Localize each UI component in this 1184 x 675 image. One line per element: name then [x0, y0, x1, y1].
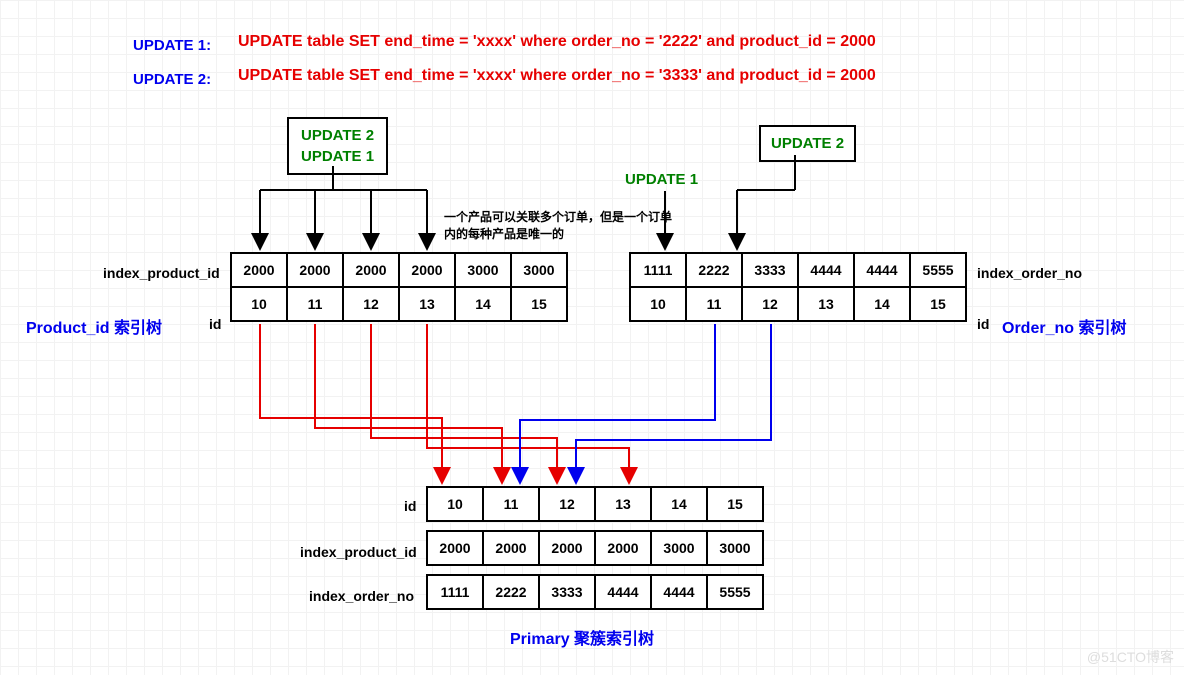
cell: 2000 [287, 253, 343, 287]
primary-row2-label: index_product_id [300, 544, 417, 560]
cell: 2000 [595, 531, 651, 565]
cell: 2000 [539, 531, 595, 565]
left-tree-title: Product_id 索引树 [26, 314, 162, 338]
primary-row1-label: id [404, 498, 416, 514]
cell: 4444 [651, 575, 707, 609]
mid-update1-label: UPDATE 1 [625, 171, 698, 188]
cell: 2222 [686, 253, 742, 287]
right-update-box: UPDATE 2 [759, 125, 856, 162]
cell: 12 [343, 287, 399, 321]
update2-sql: UPDATE table SET end_time = 'xxxx' where… [238, 67, 876, 85]
right-row1-label: index_order_no [977, 265, 1082, 281]
cell: 15 [707, 487, 763, 521]
cell: 11 [483, 487, 539, 521]
cell: 12 [539, 487, 595, 521]
cell: 3333 [539, 575, 595, 609]
cell: 2222 [483, 575, 539, 609]
cell: 13 [798, 287, 854, 321]
right-tree-title: Order_no 索引树 [1002, 314, 1126, 338]
cell: 1111 [427, 575, 483, 609]
cell: 10 [231, 287, 287, 321]
right-row2-label: id [977, 316, 989, 332]
cell: 2000 [483, 531, 539, 565]
right-index-grid: 1111 2222 3333 4444 4444 5555 10 11 12 1… [629, 252, 967, 322]
cell: 14 [455, 287, 511, 321]
watermark: @51CTO博客 [1087, 647, 1174, 667]
cell: 2000 [399, 253, 455, 287]
cell: 3000 [455, 253, 511, 287]
note-text: 一个产品可以关联多个订单，但是一个订单内的每种产品是唯一的 [444, 209, 674, 243]
primary-title: Primary 聚簇索引树 [510, 625, 654, 649]
update1-sql: UPDATE table SET end_time = 'xxxx' where… [238, 33, 876, 51]
cell: 5555 [707, 575, 763, 609]
cell: 3000 [511, 253, 567, 287]
left-index-grid: 2000 2000 2000 2000 3000 3000 10 11 12 1… [230, 252, 568, 322]
cell: 2000 [427, 531, 483, 565]
cell: 10 [427, 487, 483, 521]
cell: 2000 [343, 253, 399, 287]
primary-row3-label: index_order_no [309, 588, 414, 604]
cell: 11 [686, 287, 742, 321]
cell: 4444 [595, 575, 651, 609]
cell: 11 [287, 287, 343, 321]
left-update-box: UPDATE 2 UPDATE 1 [287, 117, 388, 175]
cell: 15 [511, 287, 567, 321]
left-row1-label: index_product_id [103, 265, 220, 281]
cell: 15 [910, 287, 966, 321]
cell: 12 [742, 287, 798, 321]
cell: 4444 [798, 253, 854, 287]
left-box-line2: UPDATE 1 [301, 146, 374, 167]
primary-grid-row3: 1111 2222 3333 4444 4444 5555 [426, 574, 764, 610]
cell: 1111 [630, 253, 686, 287]
left-row2-label: id [209, 316, 221, 332]
cell: 13 [595, 487, 651, 521]
cell: 10 [630, 287, 686, 321]
cell: 13 [399, 287, 455, 321]
update2-label: UPDATE 2: [133, 71, 211, 88]
cell: 3000 [651, 531, 707, 565]
cell: 4444 [854, 253, 910, 287]
cell: 14 [854, 287, 910, 321]
left-box-line1: UPDATE 2 [301, 125, 374, 146]
primary-grid-row2: 2000 2000 2000 2000 3000 3000 [426, 530, 764, 566]
cell: 2000 [231, 253, 287, 287]
cell: 3333 [742, 253, 798, 287]
primary-grid-row1: 10 11 12 13 14 15 [426, 486, 764, 522]
cell: 14 [651, 487, 707, 521]
cell: 5555 [910, 253, 966, 287]
cell: 3000 [707, 531, 763, 565]
update1-label: UPDATE 1: [133, 37, 211, 54]
